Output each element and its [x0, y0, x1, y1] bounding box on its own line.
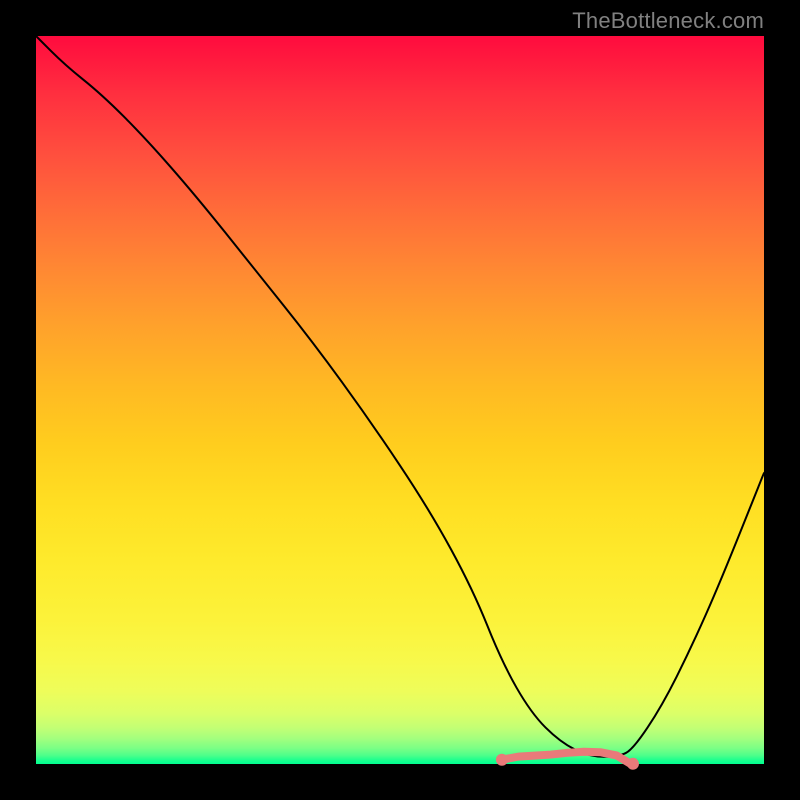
optimal-valley-marker [502, 752, 633, 766]
watermark-text: TheBottleneck.com [572, 8, 764, 34]
curve-svg [36, 36, 764, 764]
bottleneck-curve [36, 36, 764, 757]
plot-area [36, 36, 764, 764]
valley-dot-left [496, 754, 508, 766]
chart-frame: TheBottleneck.com [0, 0, 800, 800]
valley-dot-right [627, 758, 639, 770]
